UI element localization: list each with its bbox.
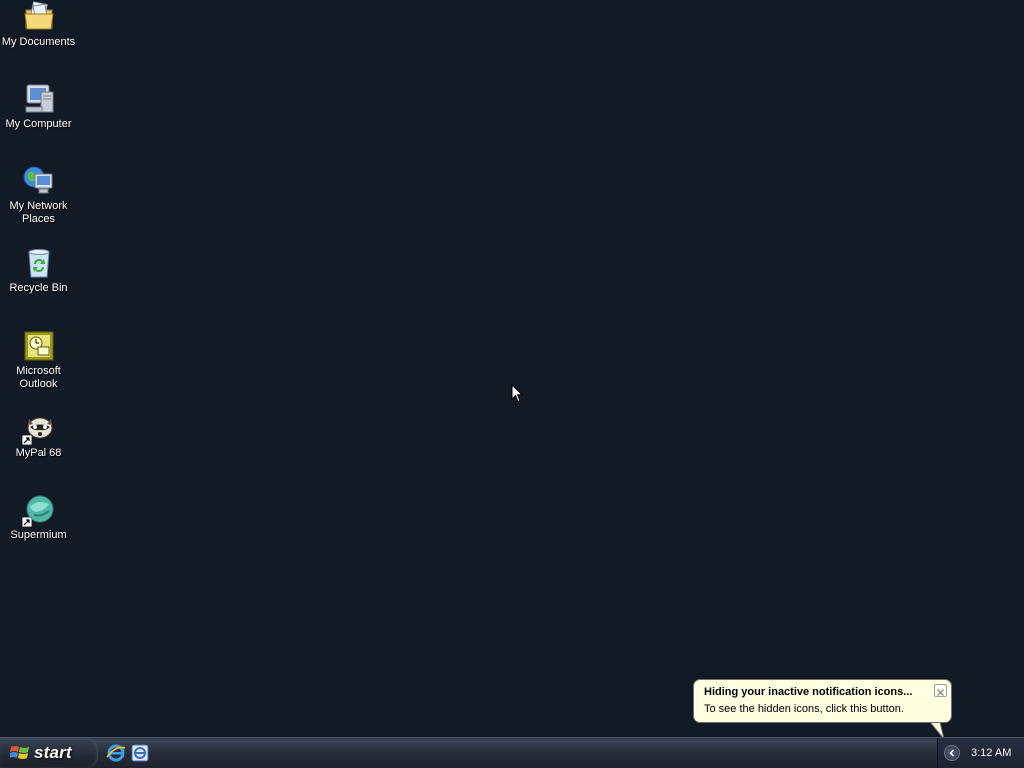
desktop-icon-label: MyPal 68 [15,447,62,459]
system-tray: 3:12 AM [937,738,1024,768]
clock[interactable]: 3:12 AM [971,747,1011,759]
desktop-icon-label: My Network Places [9,200,68,225]
shortcut-arrow-icon [21,517,32,527]
mouse-cursor-icon [511,384,523,403]
desktop-icon-label: Recycle Bin [9,282,68,294]
taskbar: start 3:12 AM [0,737,1024,768]
folder-documents-icon [23,1,54,30]
supermium-icon-container [21,493,56,527]
balloon-title: Hiding your inactive notification icons.… [704,686,913,698]
desktop-icon-label: My Documents [1,36,76,48]
balloon-text: To see the hidden icons, click this butt… [704,703,904,715]
shortcut-arrow-icon [21,435,32,445]
start-button[interactable]: start [0,738,98,768]
recycle-bin-icon [27,249,50,278]
desktop-icon-recycle-bin[interactable]: Recycle Bin [0,246,77,295]
desktop-icon-label: Microsoft Outlook [16,365,61,390]
show-hidden-icons-button[interactable] [944,745,960,761]
desktop-icon-my-computer[interactable]: My Computer [0,82,77,131]
desktop-icon-supermium[interactable]: Supermium [0,493,77,542]
desktop-icon-label: My Computer [5,118,72,130]
mypal-icon-container [21,411,56,445]
windows-flag-icon [10,746,29,759]
quick-launch-bar [106,743,150,763]
desktop[interactable]: My Documents My Computer My Network Plac… [0,0,1024,738]
computer-icon [25,84,53,113]
start-label: start [34,743,72,762]
network-places-icon [23,166,52,194]
close-icon [937,689,944,696]
desktop-icon-my-documents[interactable]: My Documents [0,0,77,49]
desktop-icon-microsoft-outlook[interactable]: Microsoft Outlook [0,329,77,391]
desktop-icon-my-network-places[interactable]: My Network Places [0,164,77,226]
outlook-express-icon[interactable] [130,743,150,763]
internet-explorer-icon[interactable] [106,743,126,763]
desktop-icon-mypal-68[interactable]: MyPal 68 [0,411,77,460]
balloon-close-button[interactable] [934,684,947,697]
outlook-icon [24,331,53,361]
chevron-left-icon [949,749,955,757]
notification-balloon[interactable]: Hiding your inactive notification icons.… [693,679,952,723]
desktop-icon-label: Supermium [10,529,67,541]
